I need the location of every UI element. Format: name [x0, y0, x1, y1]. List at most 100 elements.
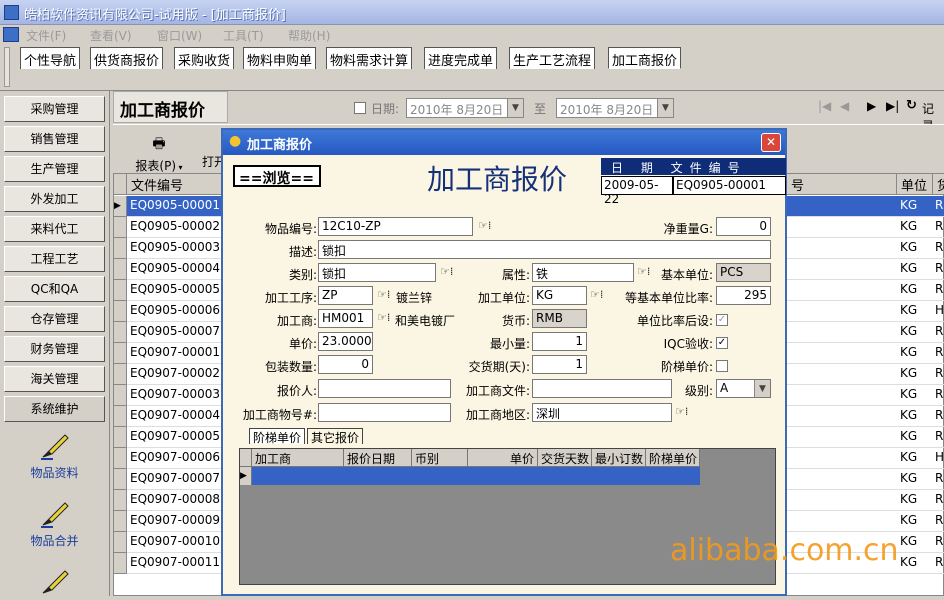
row-indicator[interactable]	[114, 280, 127, 301]
item-no-field[interactable]: 12C10-ZP	[318, 217, 473, 236]
last-record-icon[interactable]: ▶|	[886, 99, 899, 113]
menu-tools[interactable]: 工具(T)	[223, 27, 264, 44]
sidebar-item-warehouse[interactable]: 仓存管理	[4, 306, 105, 332]
sidebar-item-production[interactable]: 生产管理	[4, 156, 105, 182]
date-to-picker[interactable]: 2010年 8月20日 ▼	[556, 98, 674, 118]
subgrid-col-days[interactable]: 交货天数	[538, 449, 592, 467]
price-field[interactable]: 23.0000	[318, 332, 373, 351]
pack-qty-field[interactable]: 0	[318, 355, 373, 374]
menu-file[interactable]: 文件(F)	[26, 27, 66, 44]
category-field[interactable]: 锁扣	[318, 263, 436, 282]
subgrid-col-tier[interactable]: 阶梯单价	[646, 449, 700, 467]
date-from-picker[interactable]: 2010年 8月20日 ▼	[406, 98, 524, 118]
tab-processor-quote[interactable]: 加工商报价	[608, 47, 682, 69]
chevron-down-icon[interactable]: ▼	[507, 99, 523, 117]
first-record-icon[interactable]: |◀	[818, 99, 831, 113]
subtab-tier-price[interactable]: 阶梯单价	[249, 428, 306, 445]
tab-mrp[interactable]: 物料需求计算	[326, 47, 413, 69]
menu-help[interactable]: 帮助(H)	[288, 27, 330, 44]
min-qty-field[interactable]: 1	[532, 332, 587, 351]
row-indicator[interactable]	[114, 406, 127, 427]
tab-purchase-receipt[interactable]: 采购收货	[174, 47, 235, 69]
lookup-hand-icon[interactable]: ☞⁞	[590, 288, 608, 302]
desc-field[interactable]: 锁扣	[318, 240, 771, 259]
process-field[interactable]: ZP	[318, 286, 373, 305]
column-header-no[interactable]: 号	[787, 174, 897, 195]
report-button[interactable]: 🖶 报表(P) ▾	[129, 133, 189, 174]
sidebar-item-more[interactable]	[4, 567, 105, 600]
sidebar-item-oem[interactable]: 来料代工	[4, 216, 105, 242]
row-indicator[interactable]	[114, 511, 127, 532]
sidebar-item-purchasing[interactable]: 采购管理	[4, 96, 105, 122]
row-indicator[interactable]	[114, 238, 127, 259]
row-indicator[interactable]	[114, 427, 127, 448]
row-indicator[interactable]	[114, 301, 127, 322]
sidebar-item-finance[interactable]: 财务管理	[4, 336, 105, 362]
subgrid-col-min[interactable]: 最小订数	[592, 449, 646, 467]
sidebar-item-customs[interactable]: 海关管理	[4, 366, 105, 392]
subgrid-col-vendor[interactable]: 加工商	[252, 449, 344, 467]
subgrid-new-row[interactable]	[252, 467, 700, 485]
menu-window[interactable]: 窗口(W)	[157, 27, 202, 44]
tier-price-checkbox[interactable]	[716, 360, 728, 372]
row-indicator[interactable]	[114, 469, 127, 490]
menu-app-icon[interactable]	[3, 27, 19, 42]
column-header-file-no[interactable]: 文件编号	[127, 174, 227, 195]
lookup-hand-icon[interactable]: ☞⁞	[377, 311, 395, 325]
lookup-hand-icon[interactable]: ☞⁞	[377, 288, 395, 302]
sidebar-item-outsourcing[interactable]: 外发加工	[4, 186, 105, 212]
row-indicator[interactable]	[114, 490, 127, 511]
row-indicator[interactable]	[114, 322, 127, 343]
quoter-field[interactable]	[318, 379, 451, 398]
date-filter-checkbox[interactable]	[354, 102, 366, 114]
tab-progress[interactable]: 进度完成单	[424, 47, 498, 69]
row-indicator[interactable]: ▶	[114, 196, 127, 217]
chevron-down-icon[interactable]: ▼	[754, 380, 770, 397]
vendor-field[interactable]: HM001	[318, 309, 373, 328]
sidebar-item-engineering[interactable]: 工程工艺	[4, 246, 105, 272]
row-indicator[interactable]	[114, 532, 127, 553]
tab-supplier-quote[interactable]: 供货商报价	[90, 47, 164, 69]
tab-navigation[interactable]: 个性导航	[20, 47, 81, 69]
subgrid-col-currency[interactable]: 币别	[412, 449, 468, 467]
lookup-hand-icon[interactable]: ☞⁞	[675, 405, 693, 419]
refresh-icon[interactable]: ↻	[906, 98, 917, 113]
chevron-down-icon[interactable]: ▼	[657, 99, 673, 117]
sidebar-item-system[interactable]: 系统维护	[4, 396, 105, 422]
column-header-unit[interactable]: 单位	[897, 174, 933, 195]
proc-unit-field[interactable]: KG	[532, 286, 587, 305]
lookup-hand-icon[interactable]: ☞⁞	[440, 265, 458, 279]
level-select[interactable]: A ▼	[716, 379, 771, 398]
column-header-currency[interactable]: 货	[933, 174, 944, 195]
sidebar-item-qc[interactable]: QC和QA	[4, 276, 105, 302]
tab-process-flow[interactable]: 生产工艺流程	[509, 47, 596, 69]
row-indicator[interactable]	[114, 553, 127, 574]
subtab-other-quote[interactable]: 其它报价	[307, 428, 364, 445]
vendor-area-field[interactable]: 深圳	[532, 403, 672, 422]
next-record-icon[interactable]: ▶	[867, 99, 876, 113]
iqc-checkbox[interactable]: ✓	[716, 337, 728, 349]
row-indicator[interactable]	[114, 385, 127, 406]
menu-view[interactable]: 查看(V)	[90, 27, 132, 44]
ratio-field[interactable]: 295	[716, 286, 771, 305]
net-weight-field[interactable]: 0	[716, 217, 771, 236]
subgrid-col-date[interactable]: 报价日期	[344, 449, 412, 467]
subgrid-col-price[interactable]: 单价	[468, 449, 538, 467]
lookup-hand-icon[interactable]: ☞⁞	[478, 219, 496, 233]
vendor-item-field[interactable]	[318, 403, 451, 422]
sidebar-item-materials[interactable]: 物品资料	[4, 431, 105, 481]
sidebar-item-sales[interactable]: 销售管理	[4, 126, 105, 152]
row-indicator[interactable]	[114, 343, 127, 364]
row-indicator[interactable]	[114, 364, 127, 385]
row-indicator[interactable]	[114, 217, 127, 238]
ratio-after-checkbox[interactable]: ✓	[716, 314, 728, 326]
attribute-field[interactable]: 铁	[532, 263, 634, 282]
sidebar-item-merge[interactable]: 物品合并	[4, 499, 105, 549]
prev-record-icon[interactable]: ◀	[840, 99, 849, 113]
lead-days-field[interactable]: 1	[532, 355, 587, 374]
row-indicator[interactable]	[114, 448, 127, 469]
row-indicator[interactable]	[114, 259, 127, 280]
tab-material-request[interactable]: 物料申购单	[243, 47, 317, 69]
close-icon[interactable]: ✕	[761, 133, 781, 152]
vendor-file-field[interactable]	[532, 379, 672, 398]
